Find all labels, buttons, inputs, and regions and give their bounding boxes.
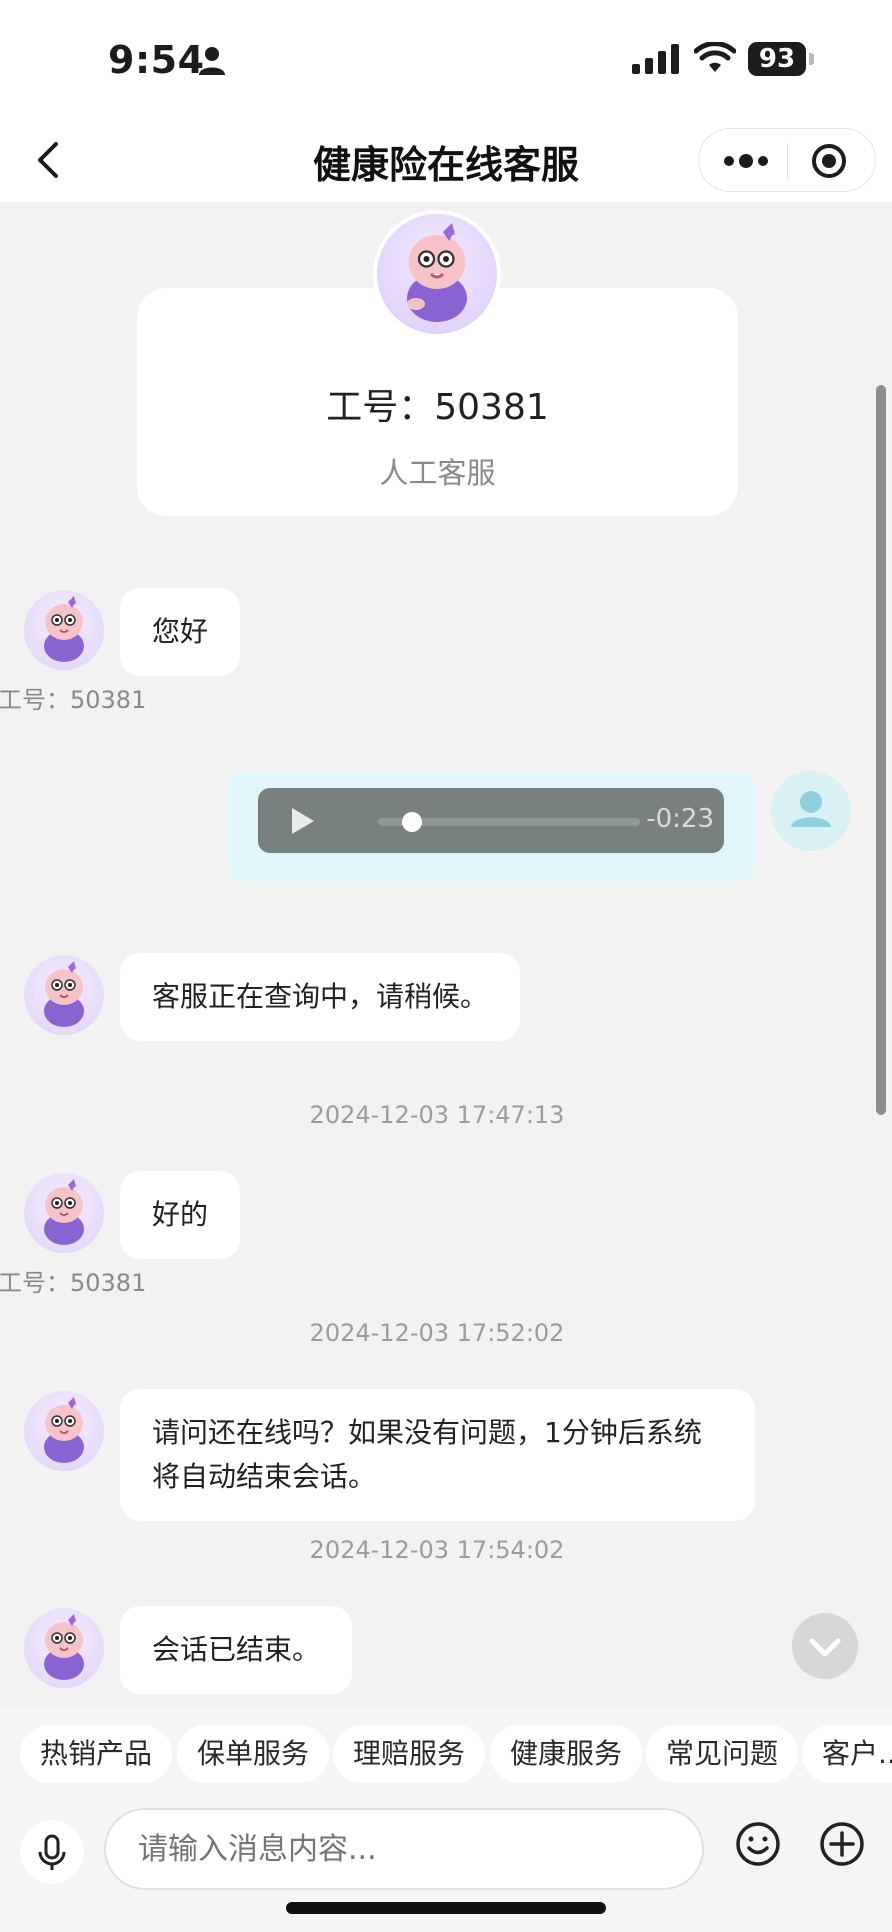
quick-tab[interactable]: 健康服务 [490,1725,643,1783]
play-icon[interactable] [290,806,316,836]
mascot-icon [44,1179,84,1245]
agent-message: 您好 [120,588,241,676]
nav-bar: 健康险在线客服 [0,120,892,202]
mascot-icon [44,596,84,662]
agent-avatar [24,1391,104,1471]
agent-avatar-large [373,210,501,338]
quick-tab[interactable]: 理赔服务 [333,1725,486,1783]
chat-scrollbar[interactable] [876,385,886,1115]
agent-tag: 工号：50381 [0,1269,147,1297]
battery-icon: 93 [748,42,814,76]
agent-avatar [24,590,104,670]
agent-id: 工号：50381 [326,387,549,428]
voice-player: -0:23 [258,788,724,853]
agent-message: 请问还在线吗？如果没有问题，1分钟后系统将自动结束会话。 [120,1389,755,1521]
mascot-icon [44,961,84,1027]
status-bar: 9:54 93 [0,0,892,120]
mascot-icon [44,1614,84,1680]
user-silhouette-icon [791,791,831,827]
signal-icon [632,44,679,74]
agent-message: 会话已结束。 [120,1606,353,1694]
plus-circle-icon[interactable] [818,1820,866,1868]
microphone-icon [38,1834,66,1870]
agent-tag: 工号：50381 [0,686,147,714]
battery-level: 93 [748,42,806,76]
agent-message: 客服正在查询中，请稍候。 [120,953,521,1041]
scroll-down-button[interactable] [792,1613,858,1679]
agent-avatar [24,1173,104,1253]
target-icon[interactable] [811,143,847,179]
mascot-icon [407,223,467,322]
miniprogram-capsule [698,128,876,192]
message-timestamp: 2024-12-03 17:54:02 [309,1536,565,1564]
quick-tab[interactable]: 客户... [802,1725,892,1783]
more-dots-icon[interactable] [721,143,771,179]
quick-tabs-bar: 热销产品 保单服务 理赔服务 健康服务 常见问题 客户... [0,1706,892,1800]
message-input[interactable] [104,1808,704,1890]
smiley-icon[interactable] [734,1820,782,1868]
quick-tab[interactable]: 常见问题 [646,1725,799,1783]
voice-duration: -0:23 [646,804,714,834]
chevron-down-icon [809,1638,841,1657]
mascot-icon [44,1397,84,1463]
agent-role: 人工客服 [379,456,496,490]
user-avatar [771,771,851,851]
quick-tab[interactable]: 热销产品 [20,1725,173,1783]
agent-message: 好的 [120,1171,241,1259]
message-timestamp: 2024-12-03 17:47:13 [309,1101,565,1129]
agent-avatar [24,955,104,1035]
agent-avatar [24,1608,104,1688]
quick-tab[interactable]: 保单服务 [177,1725,330,1783]
voice-input-button[interactable] [20,1820,84,1884]
status-time: 9:54 [108,38,205,82]
voice-progress-thumb[interactable] [402,812,422,832]
home-indicator [286,1902,606,1914]
message-timestamp: 2024-12-03 17:52:02 [309,1319,565,1347]
person-icon [199,47,225,75]
user-voice-message: -0:23 [228,771,755,882]
wifi-icon [694,42,736,72]
